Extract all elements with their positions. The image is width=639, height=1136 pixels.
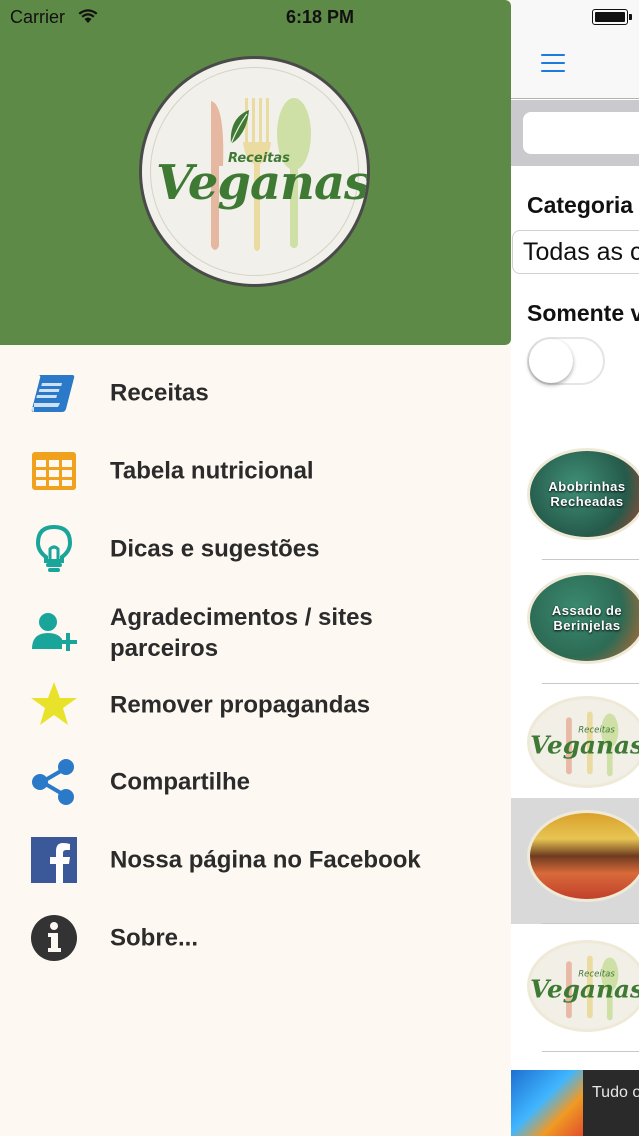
veganas-logo-icon: Veganas Receitas (530, 955, 639, 1021)
drawer-item-remover-propagandas[interactable]: Remover propagandas (0, 670, 511, 740)
table-grid-icon (32, 452, 76, 490)
recipe-row[interactable] (511, 798, 639, 924)
add-user-icon (32, 613, 77, 651)
recipe-thumbnail: Abobrinhas Recheadas (527, 448, 639, 540)
svg-text:Receitas: Receitas (578, 726, 615, 736)
category-select[interactable]: Todas as c (512, 230, 639, 274)
share-icon (32, 759, 74, 805)
only-filter-label: Somente v (527, 300, 639, 326)
lightbulb-icon (35, 524, 73, 572)
info-icon (31, 915, 77, 961)
carrier-label: Carrier (10, 7, 66, 27)
logo-big-text: Veganas (156, 155, 370, 211)
status-bar: Carrier 6:18 PM (0, 0, 511, 34)
book-icon (31, 375, 75, 412)
menu-hamburger-icon[interactable] (541, 54, 565, 74)
facebook-icon (31, 837, 77, 883)
category-label: Categoria (527, 192, 634, 218)
recipe-thumbnail: Veganas Receitas (527, 696, 639, 788)
ad-game-icon (511, 1070, 583, 1136)
ad-text: Tudo o lugar! (592, 1084, 639, 1101)
drawer-item-label: Tabela nutricional (110, 457, 314, 485)
drawer-item-label: Sobre... (110, 924, 199, 952)
recipe-title: Abobrinhas Recheadas (548, 479, 626, 509)
veganas-logo-icon: Veganas Receitas (530, 711, 639, 777)
ad-banner[interactable]: Tudo o lugar! (511, 1070, 639, 1136)
drawer-item-tabela-nutricional[interactable]: Tabela nutricional (0, 436, 511, 506)
drawer-item-label: Compartilhe (110, 768, 251, 796)
recipe-row[interactable]: Abobrinhas Recheadas (511, 436, 639, 560)
drawer-item-label: Nossa página no Facebook (110, 846, 421, 874)
drawer-item-sobre[interactable]: Sobre... (0, 903, 511, 973)
drawer-item-agradecimentos[interactable]: Agradecimentos / sites parceiros (0, 598, 511, 668)
side-drawer: Receitas Veganas Carrier 6:18 PM Receita… (0, 0, 511, 1136)
only-filter-switch[interactable] (527, 337, 605, 385)
app-logo: Receitas Veganas (139, 56, 370, 287)
battery-icon (592, 9, 632, 25)
drawer-item-label: Dicas e sugestões (110, 535, 320, 563)
recipe-thumbnail (527, 810, 639, 902)
recipe-row[interactable]: Assado de Berinjelas (511, 560, 639, 684)
drawer-item-label: Remover propagandas (110, 691, 371, 719)
recipe-title: Assado de Berinjelas (551, 603, 623, 633)
drawer-item-receitas[interactable]: Receitas (0, 358, 511, 428)
star-icon (31, 682, 77, 725)
drawer-item-label: Receitas (110, 379, 209, 407)
recipe-thumbnail: Assado de Berinjelas (527, 572, 639, 664)
clock-label: 6:18 PM (286, 7, 355, 27)
search-input[interactable] (523, 112, 639, 154)
svg-text:Receitas: Receitas (578, 970, 615, 980)
recipe-thumbnail: Veganas Receitas (527, 940, 639, 1032)
recipe-row[interactable]: Veganas Receitas (511, 928, 639, 1052)
wifi-icon (78, 9, 98, 23)
drawer-item-facebook[interactable]: Nossa página no Facebook (0, 825, 511, 895)
drawer-item-compartilhe[interactable]: Compartilhe (0, 747, 511, 817)
recipe-row[interactable]: Veganas Receitas (511, 684, 639, 808)
drawer-header: Receitas Veganas (0, 0, 511, 345)
drawer-item-label: Agradecimentos / sites parceiros (110, 604, 373, 662)
drawer-item-dicas[interactable]: Dicas e sugestões (0, 514, 511, 584)
